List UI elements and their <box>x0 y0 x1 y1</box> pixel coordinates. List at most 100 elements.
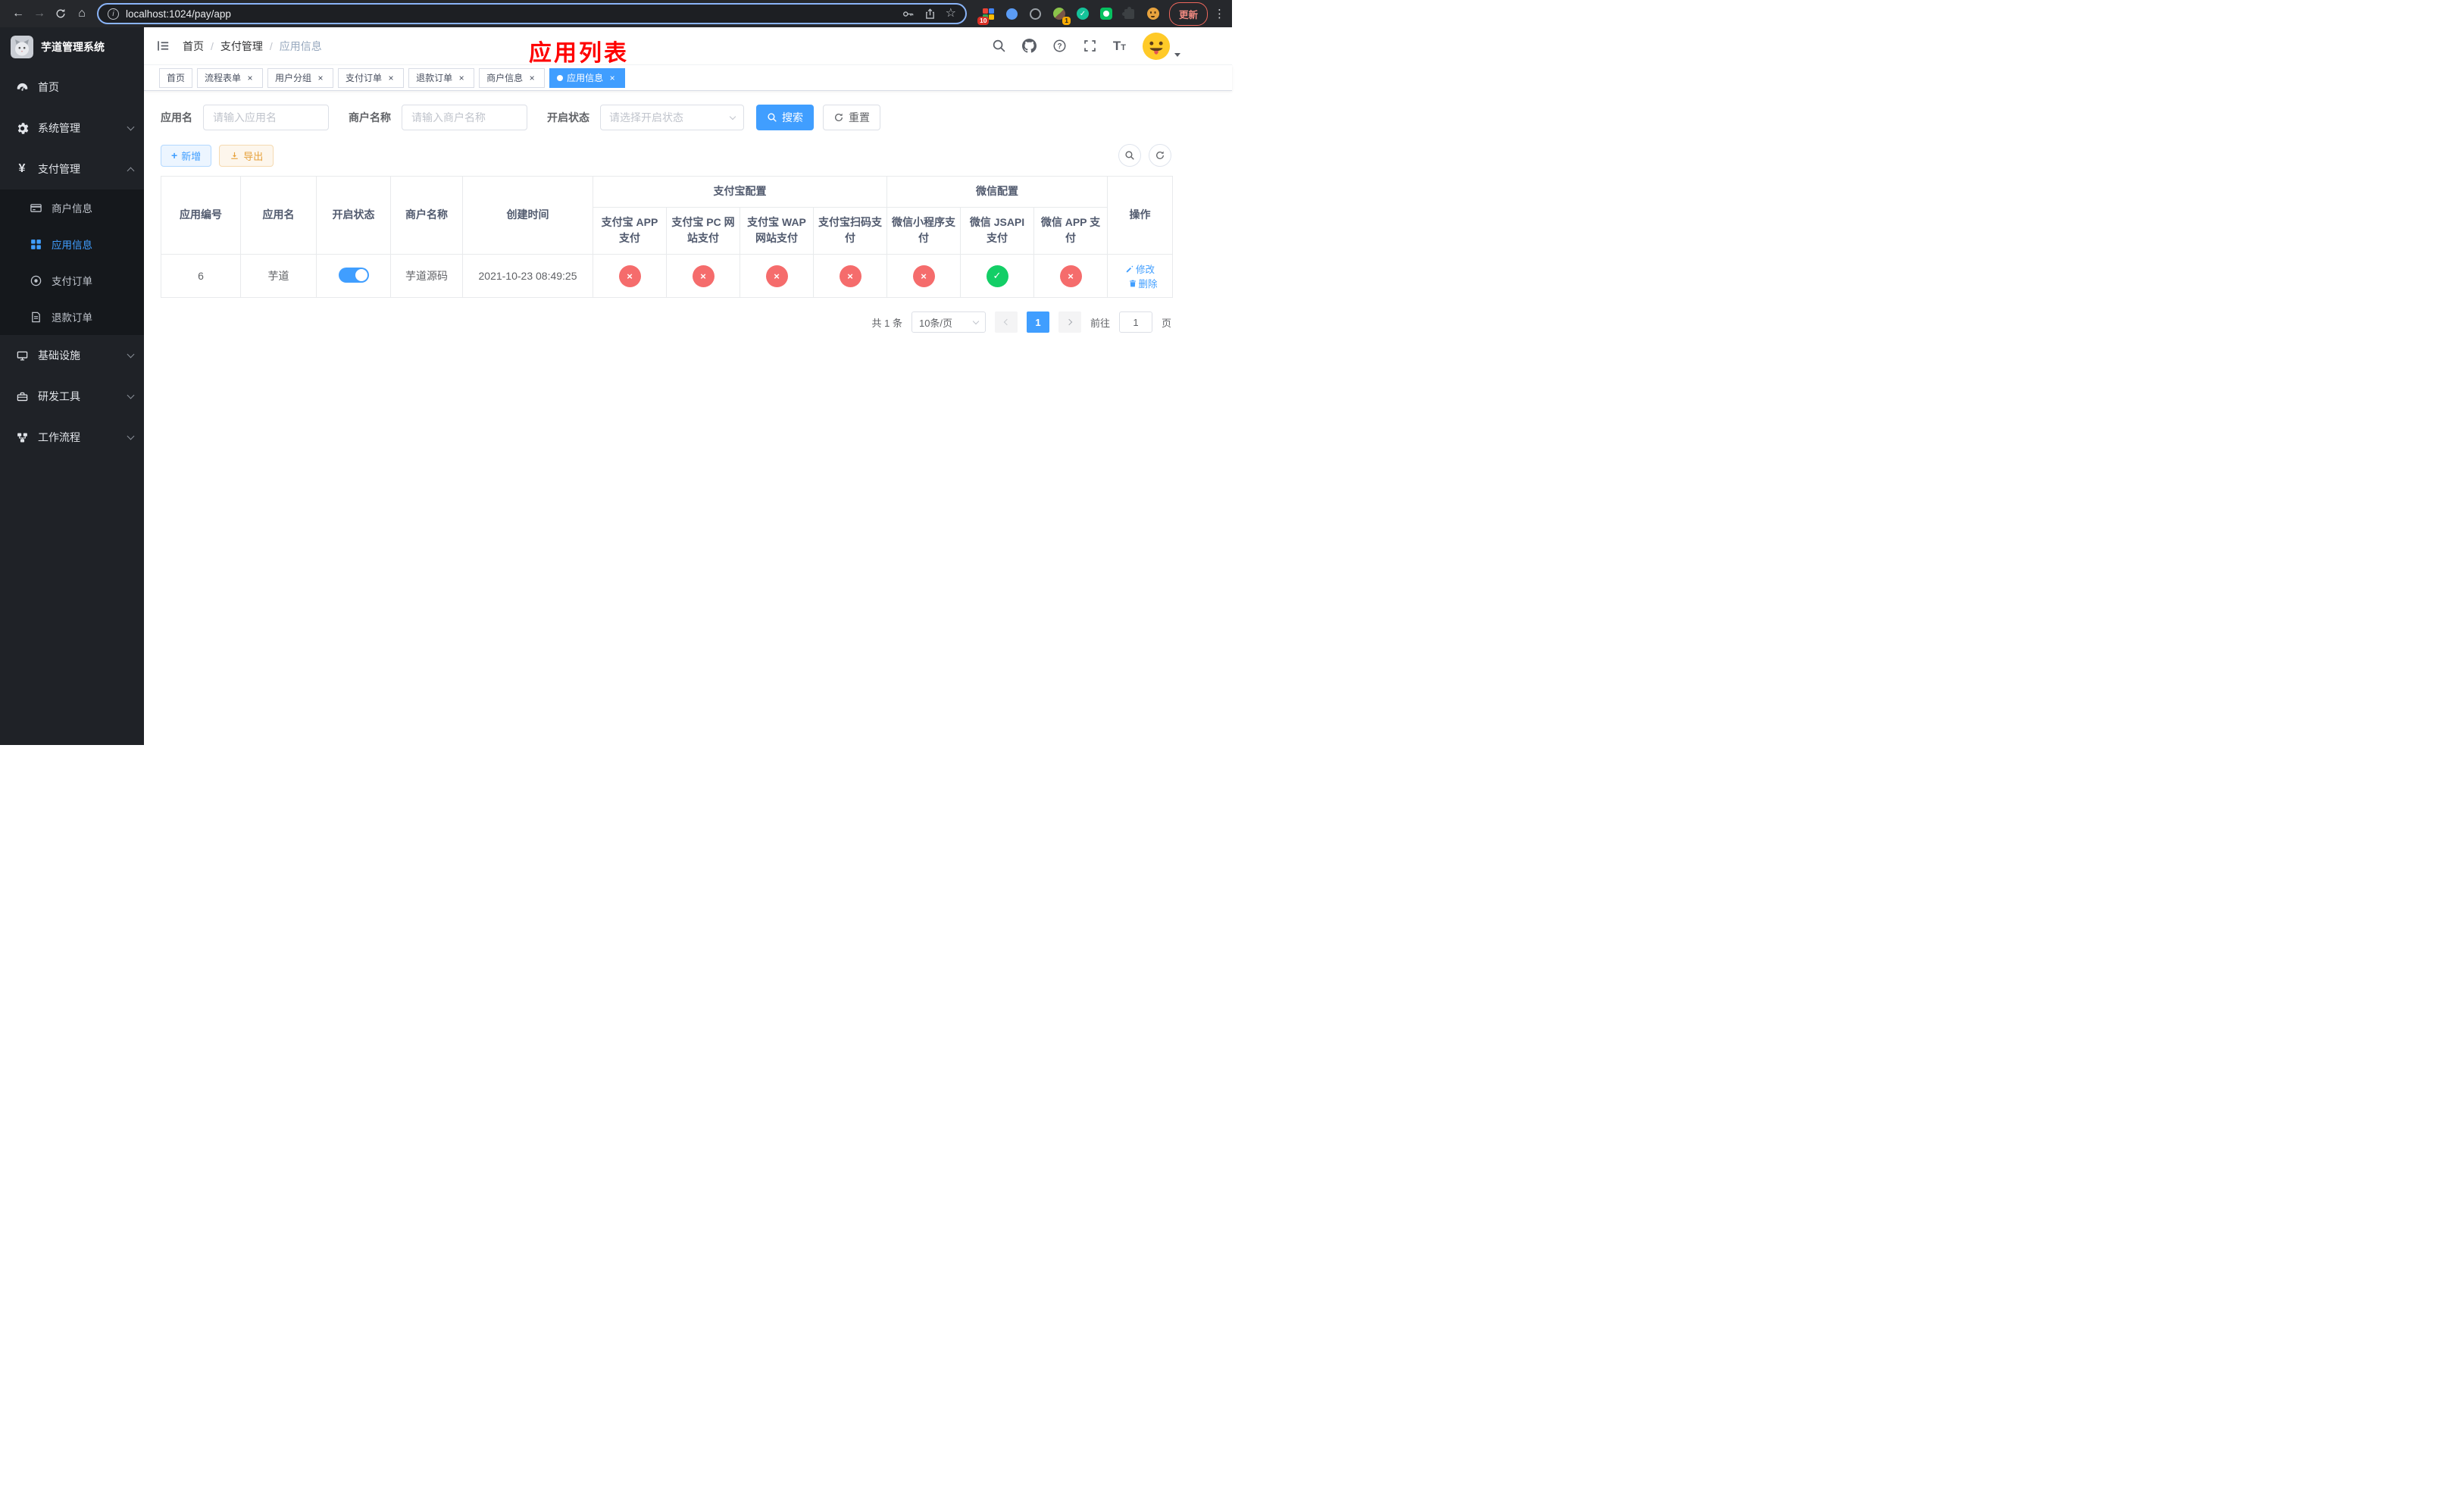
tab-label: 应用信息 <box>567 73 604 83</box>
tab-payment-orders[interactable]: 支付订单 × <box>338 67 405 88</box>
bookmark-star-icon[interactable]: ☆ <box>946 8 956 20</box>
toggle-search-button[interactable] <box>1118 144 1141 167</box>
tab-merchant-info[interactable]: 商户信息 × <box>479 67 546 88</box>
breadcrumb-home[interactable]: 首页 <box>183 39 204 54</box>
breadcrumb-payment[interactable]: 支付管理 <box>220 39 263 54</box>
wechat-mini-status-icon: × <box>912 265 935 287</box>
github-icon[interactable] <box>1021 39 1037 53</box>
browser-reload-button[interactable] <box>50 3 71 24</box>
sidebar-item-merchant-info[interactable]: 商户信息 <box>0 189 144 226</box>
sidebar-item-dev-tools[interactable]: 研发工具 <box>0 376 144 417</box>
close-icon[interactable]: × <box>386 73 396 83</box>
status-toggle[interactable] <box>338 267 369 283</box>
green-square-icon <box>1099 8 1112 20</box>
export-button[interactable]: 导出 <box>219 144 274 167</box>
col-alipay-app: 支付宝 APP 支付 <box>593 206 667 255</box>
delete-link[interactable]: 删除 <box>1128 276 1158 290</box>
menu-label: 基础设施 <box>38 349 80 362</box>
font-size-icon[interactable]: TT <box>1113 39 1126 54</box>
close-icon[interactable]: × <box>607 73 618 83</box>
close-icon[interactable]: × <box>315 73 326 83</box>
sidebar-item-system[interactable]: 系统管理 <box>0 108 144 149</box>
browser-back-button[interactable]: ← <box>8 3 29 24</box>
breadcrumb-separator: / <box>269 39 273 52</box>
browser-update-button[interactable]: 更新 <box>1168 2 1208 26</box>
refresh-table-button[interactable] <box>1149 144 1171 167</box>
browser-menu-icon[interactable]: ⋮ <box>1214 7 1225 20</box>
breadcrumb-current: 应用信息 <box>279 39 322 52</box>
extension-grid-icon[interactable]: 10 <box>977 5 997 25</box>
top-navbar: 首页 / 支付管理 / 应用信息 应用列表 ? T T <box>144 27 1232 66</box>
wechat-app-status-icon: × <box>1059 265 1082 287</box>
tab-home[interactable]: 首页 <box>159 67 193 88</box>
delete-icon <box>1129 280 1136 286</box>
caret-down-icon <box>1174 52 1180 57</box>
cell-app-name: 芋道 <box>240 254 317 299</box>
menu-label: 商户信息 <box>52 203 92 214</box>
sidebar-item-home[interactable]: 首页 <box>0 67 144 108</box>
menu-label: 工作流程 <box>38 431 80 443</box>
extension-profile-icon[interactable]: 1 <box>1051 5 1071 25</box>
sidebar-item-workflow[interactable]: 工作流程 <box>0 417 144 458</box>
fullscreen-icon[interactable] <box>1083 39 1097 53</box>
extension-dark-icon[interactable] <box>1027 5 1044 22</box>
sidebar-toggle-icon[interactable] <box>156 39 170 53</box>
add-button[interactable]: + 新增 <box>161 144 212 167</box>
app-name-input[interactable] <box>203 105 329 130</box>
col-app-name: 应用名 <box>240 175 317 255</box>
sidebar-item-infrastructure[interactable]: 基础设施 <box>0 335 144 376</box>
search-button[interactable]: 搜索 <box>756 105 814 130</box>
browser-forward-button[interactable]: → <box>29 3 50 24</box>
select-placeholder: 请选择开启状态 <box>609 111 683 124</box>
browser-profile-avatar[interactable] <box>1145 5 1162 22</box>
puzzle-icon <box>1122 6 1135 19</box>
browser-home-button[interactable]: ⌂ <box>71 3 92 24</box>
password-key-icon[interactable] <box>902 8 915 20</box>
extension-green-square-icon[interactable] <box>1098 5 1115 22</box>
tab-refund-orders[interactable]: 退款订单 × <box>408 67 475 88</box>
site-info-icon[interactable]: i <box>108 8 119 20</box>
menu-label: 首页 <box>38 81 59 93</box>
edit-icon <box>1126 265 1134 272</box>
next-page-button[interactable] <box>1058 311 1081 333</box>
tab-app-info[interactable]: 应用信息 × <box>549 67 626 88</box>
page-size-select[interactable]: 10条/页 <box>911 311 986 333</box>
logo-avatar <box>11 36 33 58</box>
extension-green-check-icon[interactable]: ✓ <box>1074 5 1091 22</box>
close-icon[interactable]: × <box>245 73 255 83</box>
sidebar-item-payment-orders[interactable]: 支付订单 <box>0 262 144 299</box>
reset-button[interactable]: 重置 <box>823 105 880 130</box>
cell-created: 2021-10-23 08:49:25 <box>462 254 593 299</box>
extension-blue-icon[interactable] <box>1004 5 1021 22</box>
share-icon[interactable] <box>924 8 937 20</box>
address-bar[interactable]: i localhost:1024/pay/app ☆ <box>97 3 967 24</box>
credit-card-icon <box>29 201 42 214</box>
dark-circle-icon <box>1030 8 1042 20</box>
status-select[interactable]: 请选择开启状态 <box>600 105 744 130</box>
main-area: 首页 / 支付管理 / 应用信息 应用列表 ? T T 首页 流程表单 × 用户… <box>144 27 1232 745</box>
cell-actions: 修改 删除 <box>1107 254 1174 299</box>
page-1-button[interactable]: 1 <box>1026 311 1049 333</box>
user-avatar[interactable] <box>1142 32 1180 61</box>
extensions-puzzle-icon[interactable] <box>1121 5 1138 22</box>
col-group-alipay: 支付宝配置 <box>593 176 887 208</box>
browser-extensions: 10 1 ✓ <box>977 5 1162 25</box>
sidebar-item-app-info[interactable]: 应用信息 <box>0 226 144 262</box>
tab-user-group[interactable]: 用户分组 × <box>267 67 334 88</box>
merchant-name-input[interactable] <box>402 105 527 130</box>
page-size-value: 10条/页 <box>918 317 953 329</box>
help-icon[interactable]: ? <box>1052 39 1067 53</box>
sidebar-item-payment[interactable]: ¥ 支付管理 <box>0 149 144 189</box>
app-name-label: 应用名 <box>161 111 192 124</box>
sidebar-item-refund-orders[interactable]: 退款订单 <box>0 299 144 335</box>
url-text: localhost:1024/pay/app <box>126 8 231 20</box>
goto-page-input[interactable] <box>1118 311 1152 333</box>
close-icon[interactable]: × <box>456 73 467 83</box>
tab-process-form[interactable]: 流程表单 × <box>197 67 264 88</box>
sidebar-menu: 首页 系统管理 ¥ 支付管理 商户信息 应用信息 支付订单 退款订单 基础设施 … <box>0 67 144 458</box>
prev-page-button[interactable] <box>994 311 1018 333</box>
edit-link[interactable]: 修改 <box>1125 261 1155 276</box>
search-icon[interactable] <box>992 39 1006 53</box>
close-icon[interactable]: × <box>527 73 537 83</box>
toggle-knob <box>355 268 367 281</box>
